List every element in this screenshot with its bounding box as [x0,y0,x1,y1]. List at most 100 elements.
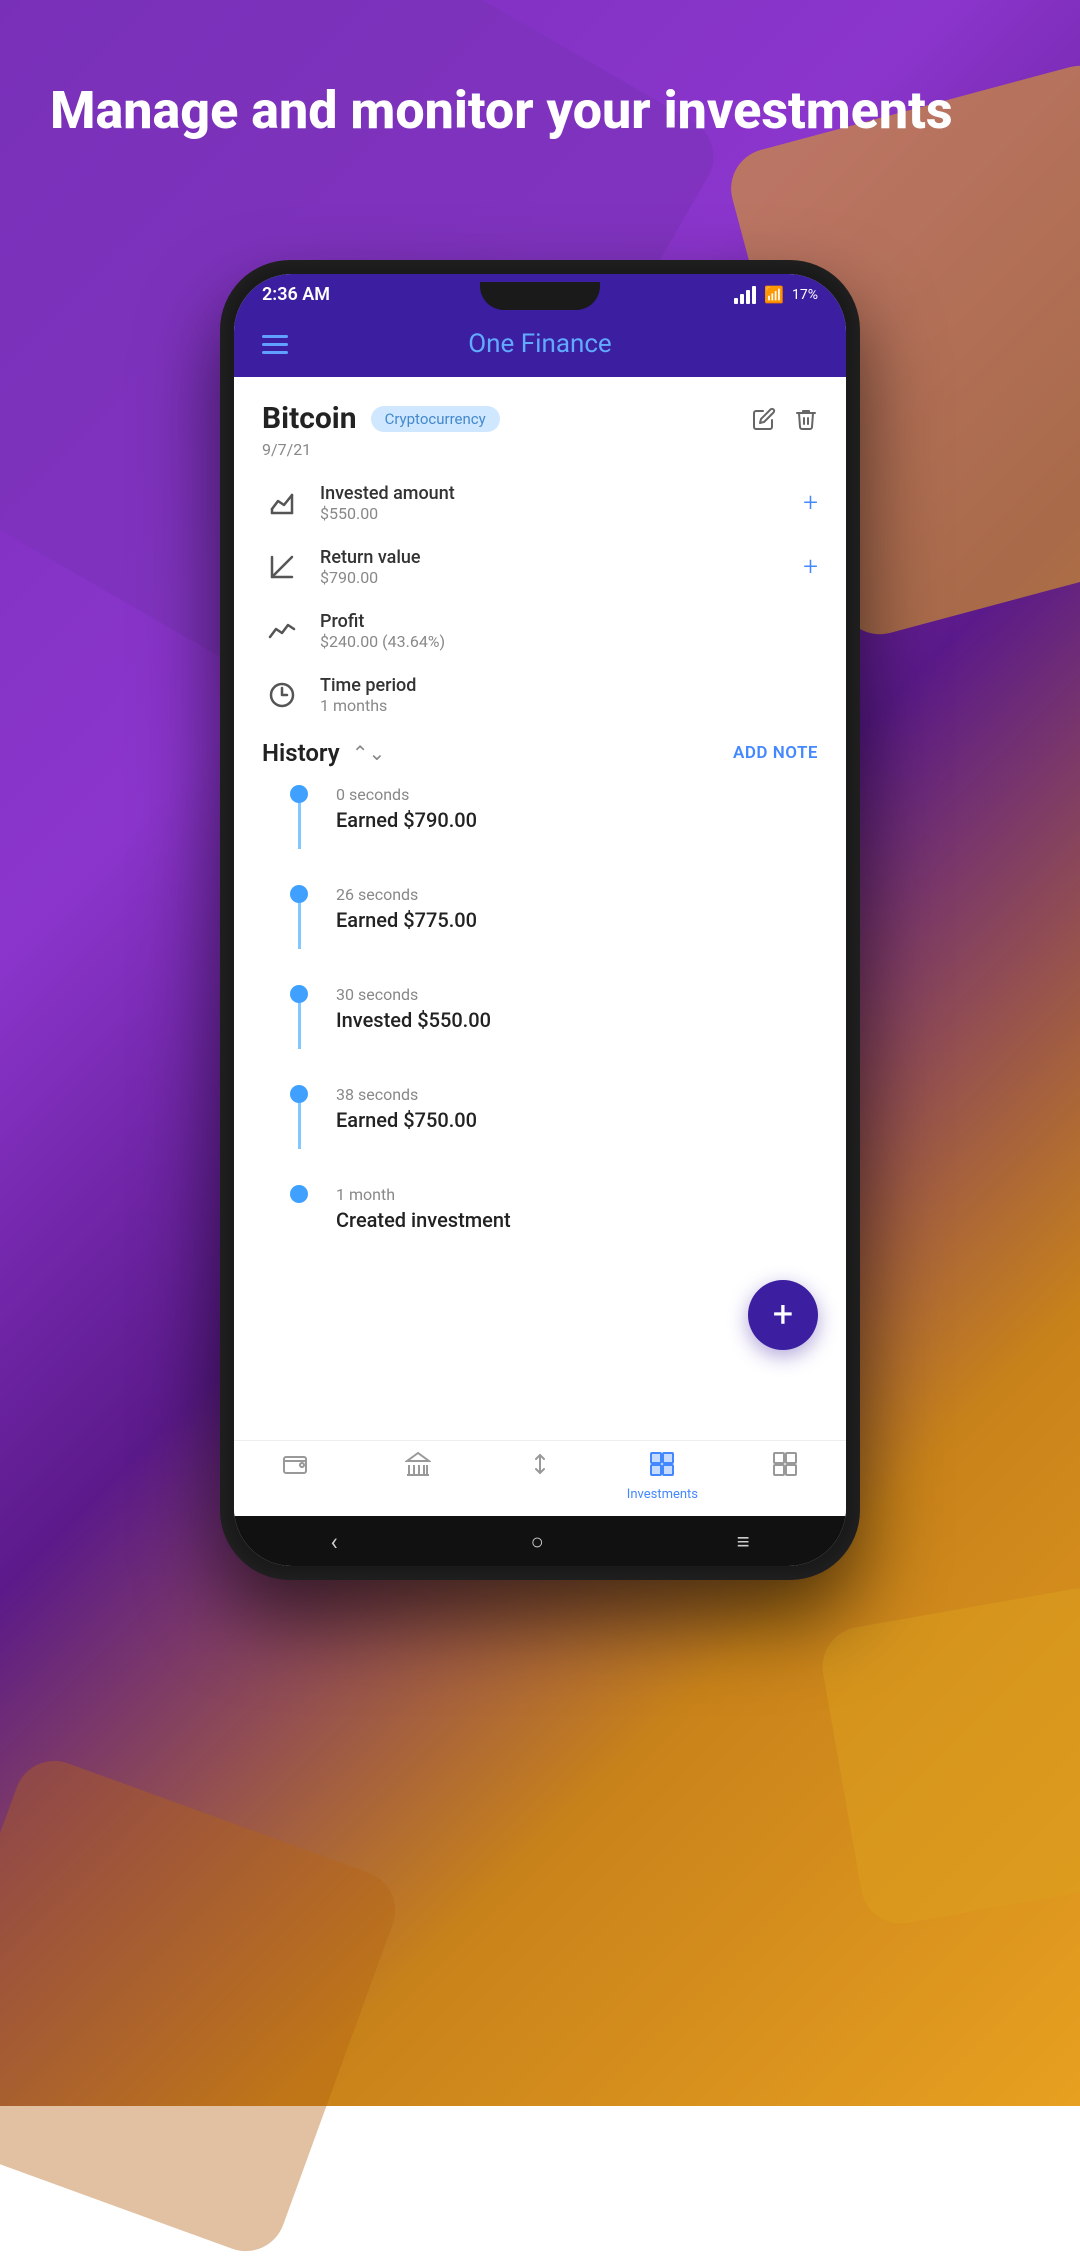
timeline-text-2: 30 seconds Invested $550.00 [336,985,818,1032]
timeline-action-0: Earned $790.00 [336,808,818,832]
timeline-time-2: 30 seconds [336,985,818,1004]
add-note-button[interactable]: ADD NOTE [733,743,818,763]
timeline-action-3: Earned $750.00 [336,1108,818,1132]
timeline-time-0: 0 seconds [336,785,818,804]
return-icon [262,547,302,587]
main-content: Bitcoin Cryptocurrency 9/7/21 [234,377,846,1440]
nav-label-investments: Investments [627,1487,698,1502]
investment-name-block: Bitcoin Cryptocurrency 9/7/21 [262,401,500,459]
timeline-dot-2 [290,985,308,1003]
timeline-text-4: 1 month Created investment [336,1185,818,1232]
android-home-button[interactable]: ○ [531,1529,544,1555]
stat-row-invested: Invested amount $550.00 + [262,483,818,523]
timeline-action-4: Created investment [336,1208,818,1232]
timeline-item-0: 0 seconds Earned $790.00 [290,785,818,849]
history-title: History [262,739,340,767]
timeline-time-3: 38 seconds [336,1085,818,1104]
timeline-item-4: 1 month Created investment [290,1185,818,1232]
investment-category-badge: Cryptocurrency [371,406,500,432]
timeline-dot-4 [290,1185,308,1203]
timeline-text-1: 26 seconds Earned $775.00 [336,885,818,932]
timeline-action-1: Earned $775.00 [336,908,818,932]
add-return-button[interactable]: + [803,554,818,580]
battery-indicator: 17% [792,287,818,303]
timeline-line-2 [298,1003,301,1049]
stat-row-time: Time period 1 months [262,675,818,715]
android-menu-button[interactable]: ≡ [737,1529,750,1555]
timeline-line-1 [298,903,301,949]
nav-item-transfer[interactable] [479,1451,601,1502]
history-section: History ⌃⌄ ADD NOTE [262,739,818,1268]
stat-info-time: Time period 1 months [320,675,818,715]
timeline-line-3 [298,1103,301,1149]
stat-info-return: Return value $790.00 [320,547,785,587]
nav-item-wallet[interactable] [234,1451,356,1502]
nav-item-bank[interactable] [356,1451,478,1502]
timeline-dot-col-1 [290,885,308,949]
phone-screen: 2:36 AM 📶 17% [234,274,846,1566]
history-timeline: 0 seconds Earned $790.00 26 second [262,785,818,1268]
timeline-text-0: 0 seconds Earned $790.00 [336,785,818,832]
menu-line-2 [262,343,288,346]
timeline-dot-col-3 [290,1085,308,1149]
investments-icon [649,1451,675,1483]
timeline-time-4: 1 month [336,1185,818,1204]
dashboard-icon [772,1451,798,1483]
nav-item-dashboard[interactable] [724,1451,846,1502]
add-invested-button[interactable]: + [803,490,818,516]
stat-row-return: Return value $790.00 + [262,547,818,587]
android-back-button[interactable]: ‹ [330,1528,337,1556]
invested-icon [262,483,302,523]
bottom-nav: Investments [234,1440,846,1516]
app-bar: One Finance [234,311,846,377]
menu-line-1 [262,335,288,338]
timeline-dot-1 [290,885,308,903]
stat-label-invested: Invested amount [320,483,785,504]
nav-item-investments[interactable]: Investments [601,1451,723,1502]
app-title: One Finance [468,329,611,359]
fab-add-button[interactable]: + [748,1280,818,1350]
history-toggle-button[interactable]: ⌃⌄ [352,741,386,765]
investment-title-row: Bitcoin Cryptocurrency [262,401,500,436]
transfer-icon [527,1451,553,1483]
headline: Manage and monitor your investments [50,80,1030,142]
timeline-item-2: 30 seconds Invested $550.00 [290,985,818,1049]
investment-header: Bitcoin Cryptocurrency 9/7/21 [262,401,818,459]
stat-value-invested: $550.00 [320,504,785,523]
timeline-time-1: 26 seconds [336,885,818,904]
timeline-dot-0 [290,785,308,803]
timeline-action-2: Invested $550.00 [336,1008,818,1032]
phone-outer: 2:36 AM 📶 17% [220,260,860,1580]
signal-icon [734,286,756,304]
stat-label-time: Time period [320,675,818,696]
investment-name: Bitcoin [262,401,357,436]
hamburger-menu-button[interactable] [262,335,288,354]
status-bar: 2:36 AM 📶 17% [234,274,846,311]
stat-value-return: $790.00 [320,568,785,587]
phone-mockup: 2:36 AM 📶 17% [220,260,860,1580]
delete-button[interactable] [794,407,818,437]
timeline-dot-col-2 [290,985,308,1049]
menu-line-3 [262,351,288,354]
bank-icon [405,1451,431,1483]
timeline-text-3: 38 seconds Earned $750.00 [336,1085,818,1132]
stats-section: Invested amount $550.00 + [262,483,818,715]
profit-icon [262,611,302,651]
edit-button[interactable] [752,407,776,437]
wallet-icon [282,1451,308,1483]
stat-label-return: Return value [320,547,785,568]
stat-info-profit: Profit $240.00 (43.64%) [320,611,818,651]
timeline-dot-3 [290,1085,308,1103]
status-time: 2:36 AM [262,284,330,305]
timeline-line-0 [298,803,301,849]
status-icons: 📶 17% [734,285,818,304]
stat-info-invested: Invested amount $550.00 [320,483,785,523]
time-icon [262,675,302,715]
timeline-item-1: 26 seconds Earned $775.00 [290,885,818,949]
stat-label-profit: Profit [320,611,818,632]
timeline-dot-col-4 [290,1185,308,1203]
fab-plus-icon: + [773,1296,793,1332]
android-nav-bar: ‹ ○ ≡ [234,1516,846,1566]
history-title-row: History ⌃⌄ [262,739,385,767]
wifi-icon: 📶 [764,285,784,304]
